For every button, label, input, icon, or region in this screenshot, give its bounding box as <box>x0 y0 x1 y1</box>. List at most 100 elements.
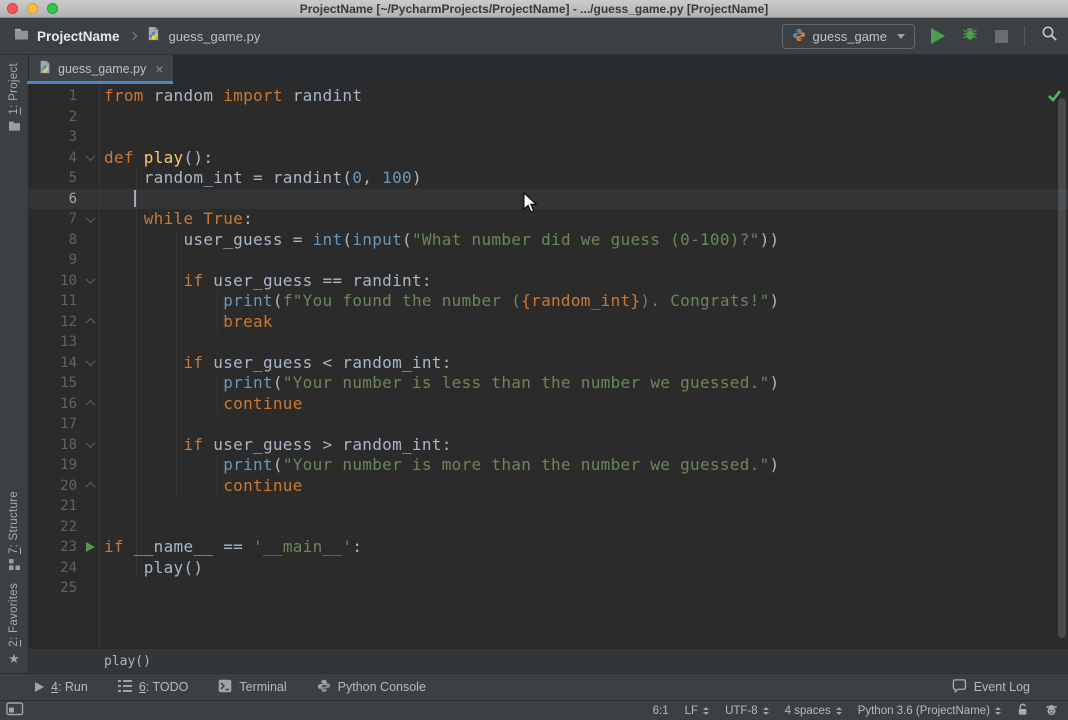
code-line[interactable]: 1 from random import randint <box>29 86 1068 107</box>
gutter-line-number[interactable]: 9 <box>29 250 99 271</box>
gutter-line-number[interactable]: 16 <box>29 394 99 415</box>
sidebar-item-project[interactable]: 1: Project <box>8 63 21 134</box>
breadcrumb-scope[interactable]: play() <box>104 654 151 669</box>
code-line[interactable]: 18 if user_guess > random_int: <box>29 435 1068 456</box>
code-text: print(f"You found the number ({random_in… <box>223 291 780 310</box>
gutter-line-number[interactable]: 4 <box>29 148 99 169</box>
terminal-label: Terminal <box>239 680 287 694</box>
sidebar-item-structure[interactable]: 7: Structure <box>8 491 20 573</box>
code-line[interactable]: 14 if user_guess < random_int: <box>29 353 1068 374</box>
breadcrumb-file-name[interactable]: guess_game.py <box>169 29 261 44</box>
toolwindow-run[interactable]: 4: Run <box>35 680 88 694</box>
gutter-line-number[interactable]: 19 <box>29 455 99 476</box>
stop-button[interactable] <box>995 29 1008 43</box>
toolwindow-todo[interactable]: 6: TODO <box>117 679 188 695</box>
tab-close-icon[interactable]: × <box>155 62 163 76</box>
breadcrumb-project-name[interactable]: ProjectName <box>37 29 120 44</box>
gutter-line-number[interactable]: 11 <box>29 291 99 312</box>
gutter-line-number[interactable]: 17 <box>29 414 99 435</box>
indent-widget[interactable]: 4 spaces <box>785 705 842 717</box>
gutter-line-number[interactable]: 12 <box>29 312 99 333</box>
left-toolwindow-stripe: 1: Project 7: Structure 2: Favorites ★ <box>0 55 29 673</box>
code-line[interactable]: 11 print(f"You found the number ({random… <box>29 291 1068 312</box>
code-line[interactable]: 4 def play(): <box>29 148 1068 169</box>
status-widgets: 6:1 LF UTF-8 4 spaces Python 3.6 (Projec… <box>653 703 1058 719</box>
fold-collapse-icon[interactable] <box>84 212 96 225</box>
toolwindow-terminal[interactable]: Terminal <box>218 679 287 696</box>
code-line[interactable]: 7 while True: <box>29 209 1068 230</box>
fold-end-icon[interactable] <box>84 316 96 329</box>
gutter-line-number[interactable]: 22 <box>29 517 99 538</box>
editor-scrollbar[interactable] <box>1058 98 1066 638</box>
fold-collapse-icon[interactable] <box>84 438 96 451</box>
code-line[interactable]: 15 print("Your number is less than the n… <box>29 373 1068 394</box>
debug-button[interactable] <box>961 25 979 47</box>
code-line[interactable]: 10 if user_guess == randint: <box>29 271 1068 292</box>
encoding-widget[interactable]: UTF-8 <box>725 705 769 717</box>
fold-collapse-icon[interactable] <box>84 151 96 164</box>
gutter-line-number[interactable]: 20 <box>29 476 99 497</box>
code-line[interactable]: 6 <box>29 188 1068 210</box>
code-line[interactable]: 8 user_guess = int(input("What number di… <box>29 230 1068 251</box>
code-line[interactable]: 19 print("Your number is more than the n… <box>29 455 1068 476</box>
code-line[interactable]: 20 continue <box>29 476 1068 497</box>
gutter-line-number[interactable]: 6 <box>29 189 99 210</box>
gutter-line-number[interactable]: 5 <box>29 168 99 189</box>
interpreter-widget[interactable]: Python 3.6 (ProjectName) <box>858 705 1001 717</box>
gutter-line-number[interactable]: 18 <box>29 435 99 456</box>
gutter-line-number[interactable]: 1 <box>29 86 99 107</box>
hector-inspections-icon[interactable] <box>1045 703 1058 719</box>
python-console-icon <box>317 679 331 696</box>
gutter-line-number[interactable]: 21 <box>29 496 99 517</box>
search-everywhere-icon[interactable] <box>1041 25 1058 47</box>
code-line[interactable]: 3 <box>29 127 1068 148</box>
gutter-line-number[interactable]: 23 <box>29 537 99 558</box>
code-line[interactable]: 16 continue <box>29 394 1068 415</box>
code-line[interactable]: 13 <box>29 332 1068 353</box>
gutter-line-number[interactable]: 7 <box>29 209 99 230</box>
code-text: if user_guess < random_int: <box>183 352 452 372</box>
gutter-line-number[interactable]: 15 <box>29 373 99 394</box>
sidebar-item-favorites[interactable]: 2: Favorites ★ <box>8 583 20 665</box>
code-line[interactable]: 25 <box>29 578 1068 599</box>
run-line-icon[interactable] <box>84 541 96 553</box>
gutter-line-number[interactable]: 10 <box>29 271 99 292</box>
tab-guess-game[interactable]: guess_game.py × <box>26 55 174 84</box>
fold-end-icon[interactable] <box>84 480 96 493</box>
gutter-line-number[interactable]: 14 <box>29 353 99 374</box>
event-log-button[interactable]: Event Log <box>952 678 1030 696</box>
gutter-line-number[interactable]: 3 <box>29 127 99 148</box>
code-line[interactable]: 23 if __name__ == '__main__': <box>29 537 1068 558</box>
code-line[interactable]: 17 <box>29 414 1068 435</box>
code-line[interactable]: 2 <box>29 107 1068 128</box>
toolwindow-switcher-icon[interactable] <box>6 702 24 719</box>
code-editor[interactable]: 1 from random import randint 2 3 4 def play()… <box>29 84 1068 648</box>
code-line[interactable]: 22 <box>29 517 1068 538</box>
fold-end-icon[interactable] <box>84 398 96 411</box>
close-window-button[interactable] <box>7 3 18 14</box>
line-ending-widget[interactable]: LF <box>685 705 710 717</box>
gutter-line-number[interactable]: 2 <box>29 107 99 128</box>
fold-collapse-icon[interactable] <box>84 356 96 369</box>
run-configuration-select[interactable]: guess_game <box>781 23 915 49</box>
gutter-line-number[interactable]: 25 <box>29 578 99 599</box>
fold-collapse-icon[interactable] <box>84 274 96 287</box>
terminal-icon <box>218 679 232 696</box>
caret-position-widget[interactable]: 6:1 <box>653 705 669 717</box>
code-line[interactable]: 21 <box>29 496 1068 517</box>
code-line[interactable]: 12 break <box>29 312 1068 333</box>
minimize-window-button[interactable] <box>27 3 38 14</box>
run-button[interactable] <box>931 28 945 44</box>
readonly-lock-icon[interactable] <box>1017 703 1029 719</box>
structure-mnemonic: 7 <box>8 547 20 555</box>
status-bar: 6:1 LF UTF-8 4 spaces Python 3.6 (Projec… <box>0 700 1068 720</box>
fullscreen-window-button[interactable] <box>47 3 58 14</box>
project-mnemonic: 1 <box>8 107 20 115</box>
gutter-line-number[interactable]: 13 <box>29 332 99 353</box>
code-line[interactable]: 5 random_int = randint(0, 100) <box>29 168 1068 189</box>
toolwindow-python-console[interactable]: Python Console <box>317 679 426 696</box>
code-line[interactable]: 24 play() <box>29 558 1068 579</box>
gutter-line-number[interactable]: 24 <box>29 558 99 579</box>
gutter-line-number[interactable]: 8 <box>29 230 99 251</box>
code-line[interactable]: 9 <box>29 250 1068 271</box>
